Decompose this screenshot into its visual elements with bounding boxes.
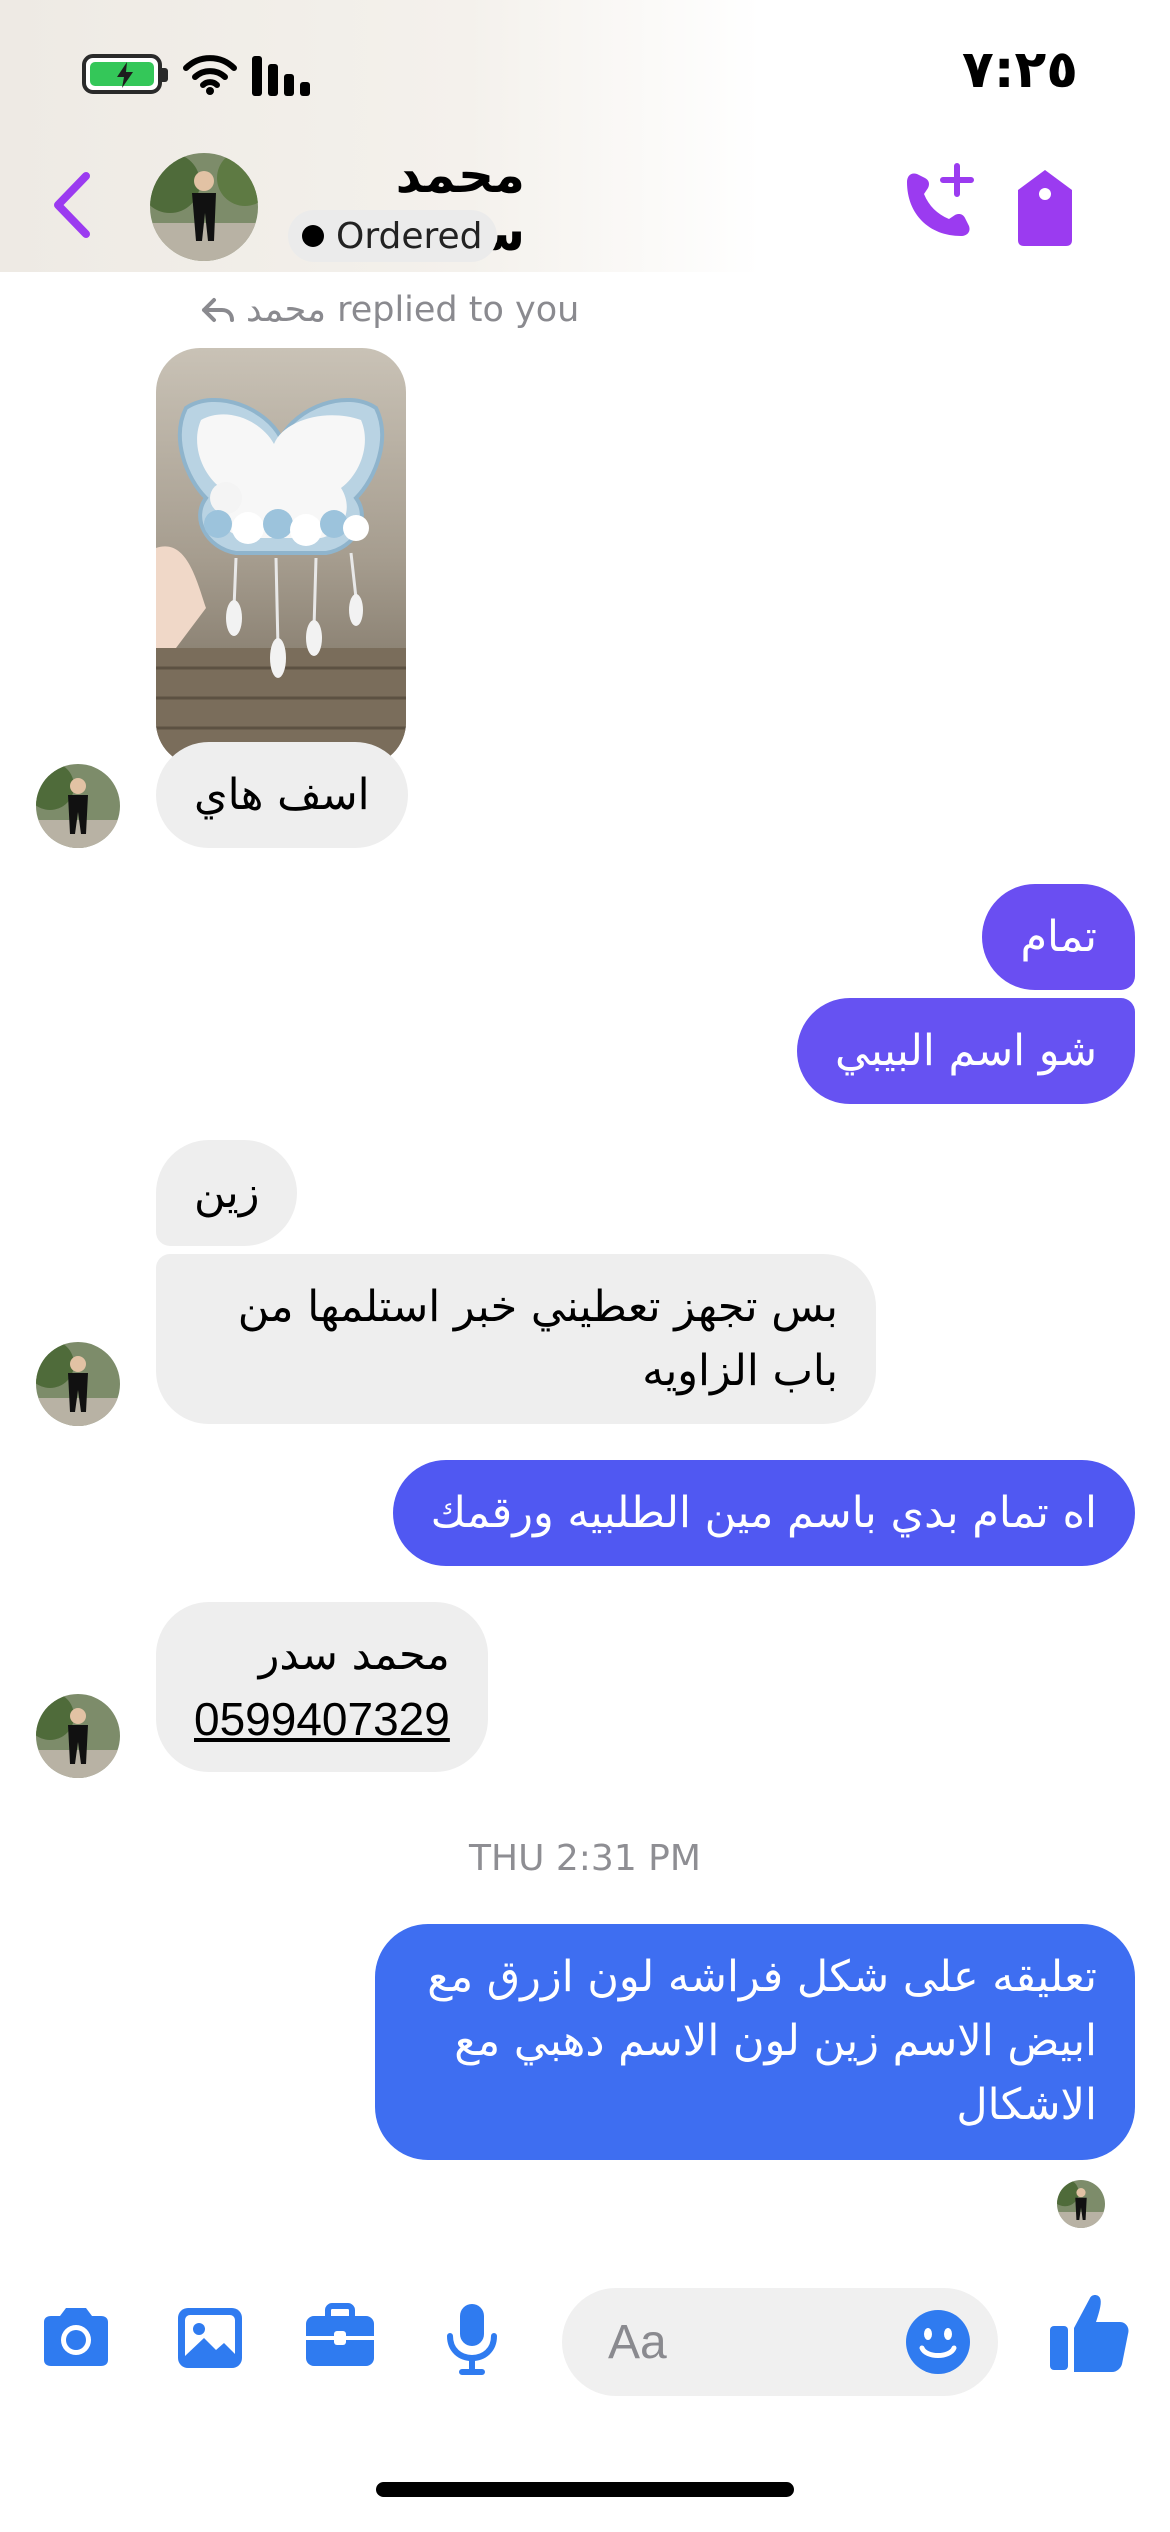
sender-avatar[interactable] bbox=[36, 1694, 120, 1778]
tag-button[interactable] bbox=[1000, 162, 1090, 252]
shared-photo[interactable] bbox=[156, 348, 406, 766]
status-dot-icon bbox=[302, 225, 324, 247]
message-bubble[interactable]: اسف هاي bbox=[156, 742, 408, 848]
status-time: ٧:٢٥ bbox=[961, 40, 1078, 100]
read-receipt-avatar bbox=[1057, 2180, 1105, 2228]
message-bubble[interactable]: تمام bbox=[982, 884, 1135, 990]
phone-number-link[interactable]: 0599407329 bbox=[194, 1687, 450, 1751]
message-bubble[interactable]: زين bbox=[156, 1140, 298, 1246]
message-line: باب الزاويه bbox=[642, 1346, 838, 1396]
replied-notice-text: محمد replied to you bbox=[246, 290, 580, 330]
message-line: بس تجهز تعطيني خبر استلمها من bbox=[237, 1282, 838, 1332]
contact-avatar[interactable] bbox=[150, 153, 258, 261]
message-bubble[interactable]: بس تجهز تعطيني خبر استلمها من باب الزاوي… bbox=[156, 1254, 876, 1424]
sender-avatar[interactable] bbox=[36, 764, 120, 848]
add-call-button[interactable] bbox=[893, 160, 983, 250]
wifi-icon bbox=[183, 55, 237, 95]
back-button[interactable] bbox=[48, 170, 98, 240]
message-input[interactable] bbox=[608, 2308, 908, 2376]
message-line: محمد سدر bbox=[258, 1630, 450, 1680]
status-badge-label: Ordered bbox=[336, 215, 483, 257]
message-bubble[interactable]: تعليقه على شكل فراشه لون ازرق مع ابيض ال… bbox=[375, 1924, 1135, 2160]
message-bubble[interactable]: اه تمام بدي باسم مين الطلبيه ورقمك bbox=[392, 1460, 1135, 1566]
replied-notice: محمد replied to you bbox=[200, 290, 579, 330]
battery-icon bbox=[82, 54, 168, 94]
reply-arrow-icon bbox=[202, 298, 234, 322]
status-badge[interactable]: Ordered bbox=[288, 210, 497, 262]
sender-avatar[interactable] bbox=[36, 1342, 120, 1426]
message-line: الاشكال bbox=[956, 2080, 1097, 2130]
signal-icon bbox=[252, 56, 310, 96]
message-bubble[interactable]: محمد سدر 0599407329 bbox=[156, 1602, 488, 1772]
message-line: تعليقه على شكل فراشه لون ازرق مع bbox=[427, 1952, 1097, 2002]
message-input-container[interactable] bbox=[562, 2288, 998, 2396]
home-indicator bbox=[376, 2482, 794, 2497]
message-bubble[interactable]: شو اسم البيبي bbox=[797, 998, 1135, 1104]
microphone-icon[interactable] bbox=[432, 2298, 512, 2378]
chat-timestamp: THU 2:31 PM bbox=[469, 1838, 701, 1879]
emoji-icon[interactable] bbox=[904, 2308, 972, 2376]
gallery-icon[interactable] bbox=[170, 2298, 250, 2378]
thumbs-up-icon[interactable] bbox=[1044, 2288, 1134, 2378]
briefcase-icon[interactable] bbox=[300, 2298, 380, 2378]
camera-icon[interactable] bbox=[36, 2298, 116, 2378]
message-line: ابيض الاسم زين لون الاسم دهبي مع bbox=[454, 2016, 1097, 2066]
